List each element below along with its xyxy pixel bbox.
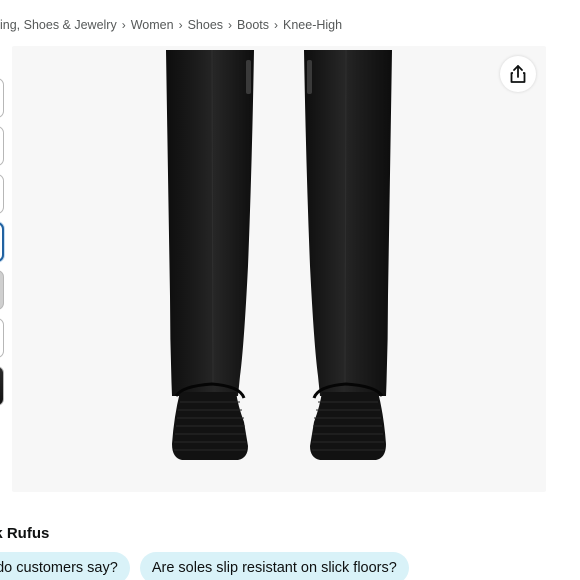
breadcrumb-separator: ›	[228, 18, 233, 32]
breadcrumb-item-knee-high[interactable]: Knee-High	[283, 18, 342, 32]
share-button[interactable]	[500, 56, 536, 92]
image-thumbnail[interactable]	[0, 174, 4, 214]
breadcrumb-item-shoes[interactable]: Shoes	[188, 18, 223, 32]
breadcrumb-item-clothing-shoes-jewelry[interactable]: ing, Shoes & Jewelry	[0, 18, 117, 32]
rufus-heading: sk Rufus	[0, 525, 50, 542]
right-boot	[304, 49, 392, 460]
share-icon	[510, 65, 526, 83]
rufus-chip-slip-resistance[interactable]: Are soles slip resistant on slick floors…	[139, 552, 409, 580]
breadcrumb-separator: ›	[178, 18, 183, 32]
rufus-suggestion-chips: at do customers say? Are soles slip resi…	[0, 552, 409, 580]
breadcrumb-item-women[interactable]: Women	[131, 18, 174, 32]
image-thumbnail[interactable]	[0, 78, 4, 118]
rufus-chip-customer-reviews[interactable]: at do customers say?	[0, 552, 130, 580]
image-thumbnail[interactable]	[0, 126, 4, 166]
breadcrumb-separator: ›	[274, 18, 278, 32]
product-page: ing, Shoes & Jewelry › Women › Shoes › B…	[0, 0, 580, 580]
image-thumbnail[interactable]	[0, 270, 4, 310]
product-main-image[interactable]	[12, 46, 546, 492]
boots-rear-view-image	[166, 49, 392, 460]
video-thumbnail[interactable]	[0, 366, 4, 406]
breadcrumb-separator: ›	[121, 18, 126, 32]
image-thumbnail[interactable]	[0, 318, 4, 358]
image-thumbnail-selected[interactable]	[0, 222, 4, 262]
breadcrumb-item-boots[interactable]: Boots	[237, 18, 269, 32]
breadcrumb: ing, Shoes & Jewelry › Women › Shoes › B…	[0, 16, 342, 34]
image-thumbnail-list	[0, 78, 6, 414]
left-boot	[166, 49, 254, 460]
